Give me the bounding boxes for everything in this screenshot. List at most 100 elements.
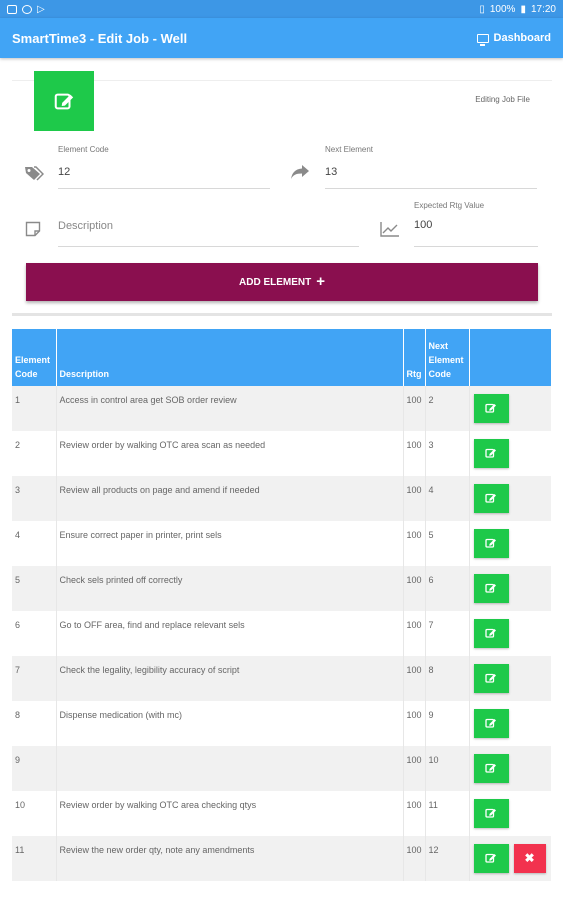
cell-next-element-code: 7 (425, 611, 470, 656)
editing-job-file-label: Editing Job File (475, 95, 530, 104)
cell-element-code: 6 (12, 611, 57, 656)
app-bar: SmartTime3 - Edit Job - Well Dashboard (0, 18, 563, 58)
cell-rtg: 100 (403, 656, 426, 701)
cell-rtg: 100 (403, 476, 426, 521)
plus-icon: + (316, 273, 325, 290)
table-row: 1 Access in control area get SOB order re… (12, 386, 551, 431)
edit-row-button[interactable] (473, 709, 509, 738)
battery-percent: 100% (489, 3, 516, 15)
cell-rtg: 100 (403, 566, 426, 611)
table-row: 7 Check the legality, legibility accuracy… (12, 656, 551, 701)
close-icon: ✖ (524, 851, 535, 865)
edit-row-button[interactable] (473, 484, 509, 513)
edit-icon (485, 403, 497, 416)
table-row: 9 100 10 (12, 746, 551, 791)
cell-element-code: 5 (12, 566, 57, 611)
play-store-notification-icon: ▷ (37, 3, 45, 15)
cell-description: Go to OFF area, find and replace relevan… (56, 611, 404, 656)
edit-icon (485, 808, 497, 821)
edit-icon (485, 538, 497, 551)
header-description: Description (56, 329, 404, 386)
expected-rtg-underline (414, 246, 538, 247)
edit-icon (485, 673, 497, 686)
cell-element-code: 7 (12, 656, 57, 701)
edit-row-button[interactable] (473, 754, 509, 783)
cell-rtg: 100 (403, 431, 426, 476)
cell-next-element-code: 11 (425, 791, 470, 836)
cell-element-code: 4 (12, 521, 57, 566)
cell-next-element-code: 10 (425, 746, 470, 791)
cell-element-code: 11 (12, 836, 57, 881)
cell-description: Ensure correct paper in printer, print s… (56, 521, 404, 566)
line-chart-icon (380, 221, 400, 242)
table-row: 4 Ensure correct paper in printer, print … (12, 521, 551, 566)
cell-next-element-code: 2 (425, 386, 470, 431)
cell-description: Review order by walking OTC area checkin… (56, 791, 404, 836)
edit-row-button[interactable] (473, 439, 509, 468)
vibrate-icon: ▯ (479, 3, 485, 15)
cell-rtg: 100 (403, 521, 426, 566)
element-code-field[interactable]: Element Code 12 (58, 145, 270, 189)
edit-icon (485, 583, 497, 596)
edit-icon (485, 718, 497, 731)
dashboard-label: Dashboard (493, 32, 551, 44)
delete-row-button[interactable]: ✖ (513, 844, 546, 873)
cell-actions (469, 611, 551, 656)
table-body: 1 Access in control area get SOB order re… (12, 386, 551, 881)
table-row: 2 Review order by walking OTC area scan a… (12, 431, 551, 476)
header-rtg: Rtg (403, 329, 426, 386)
monitor-icon (476, 33, 489, 46)
cell-rtg: 100 (403, 611, 426, 656)
cell-description: Dispense medication (with mc) (56, 701, 404, 746)
edit-element-form: Editing Job File Element Code 12 Next El… (12, 71, 552, 316)
edit-icon (485, 628, 497, 641)
cell-element-code: 9 (12, 746, 57, 791)
cell-description: Review order by walking OTC area scan as… (56, 431, 404, 476)
description-field[interactable]: Description (58, 211, 359, 247)
element-code-label: Element Code (58, 145, 109, 154)
next-element-label: Next Element (325, 145, 374, 154)
cell-element-code: 3 (12, 476, 57, 521)
status-bar-left-icons: ▷ (7, 4, 45, 15)
cell-next-element-code: 9 (425, 701, 470, 746)
edit-row-button[interactable] (473, 619, 509, 648)
edit-row-button[interactable] (473, 574, 509, 603)
next-element-field[interactable]: Next Element 13 (325, 145, 537, 189)
table-row: 10 Review order by walking OTC area check… (12, 791, 551, 836)
cell-actions (469, 791, 551, 836)
edit-row-button[interactable] (473, 844, 509, 873)
next-element-value: 13 (325, 166, 338, 178)
cell-description: Check the legality, legibility accuracy … (56, 656, 404, 701)
status-bar: ▷ ▯ 100% ▮ 17:20 (0, 0, 563, 18)
clock: 17:20 (530, 3, 556, 15)
battery-icon: ▮ (520, 3, 526, 15)
cell-next-element-code: 4 (425, 476, 470, 521)
dashboard-button[interactable]: Dashboard (476, 32, 551, 46)
header-next-element-code: Next Element Code (425, 329, 470, 386)
cell-actions (469, 476, 551, 521)
cell-element-code: 8 (12, 701, 57, 746)
cell-actions (469, 656, 551, 701)
expected-rtg-field[interactable]: Expected Rtg Value 100 (414, 201, 538, 247)
add-element-button[interactable]: ADD ELEMENT + (26, 263, 538, 301)
cell-rtg: 100 (403, 701, 426, 746)
cell-description: Review all products on page and amend if… (56, 476, 404, 521)
edit-icon (485, 493, 497, 506)
cell-description: Check sels printed off correctly (56, 566, 404, 611)
edit-row-button[interactable] (473, 664, 509, 693)
cell-description: Access in control area get SOB order rev… (56, 386, 404, 431)
table-row: 3 Review all products on page and amend i… (12, 476, 551, 521)
status-bar-right: ▯ 100% ▮ 17:20 (479, 4, 556, 15)
cell-actions (469, 431, 551, 476)
table-row: 5 Check sels printed off correctly 100 6 (12, 566, 551, 611)
expected-rtg-label: Expected Rtg Value (414, 201, 485, 210)
note-icon (25, 221, 41, 242)
cell-actions (469, 746, 551, 791)
description-underline (58, 246, 359, 247)
edit-row-button[interactable] (473, 394, 509, 423)
cell-rtg: 100 (403, 836, 426, 881)
cell-element-code: 1 (12, 386, 57, 431)
edit-row-button[interactable] (473, 799, 509, 828)
edit-row-button[interactable] (473, 529, 509, 558)
edit-job-icon (34, 71, 94, 131)
